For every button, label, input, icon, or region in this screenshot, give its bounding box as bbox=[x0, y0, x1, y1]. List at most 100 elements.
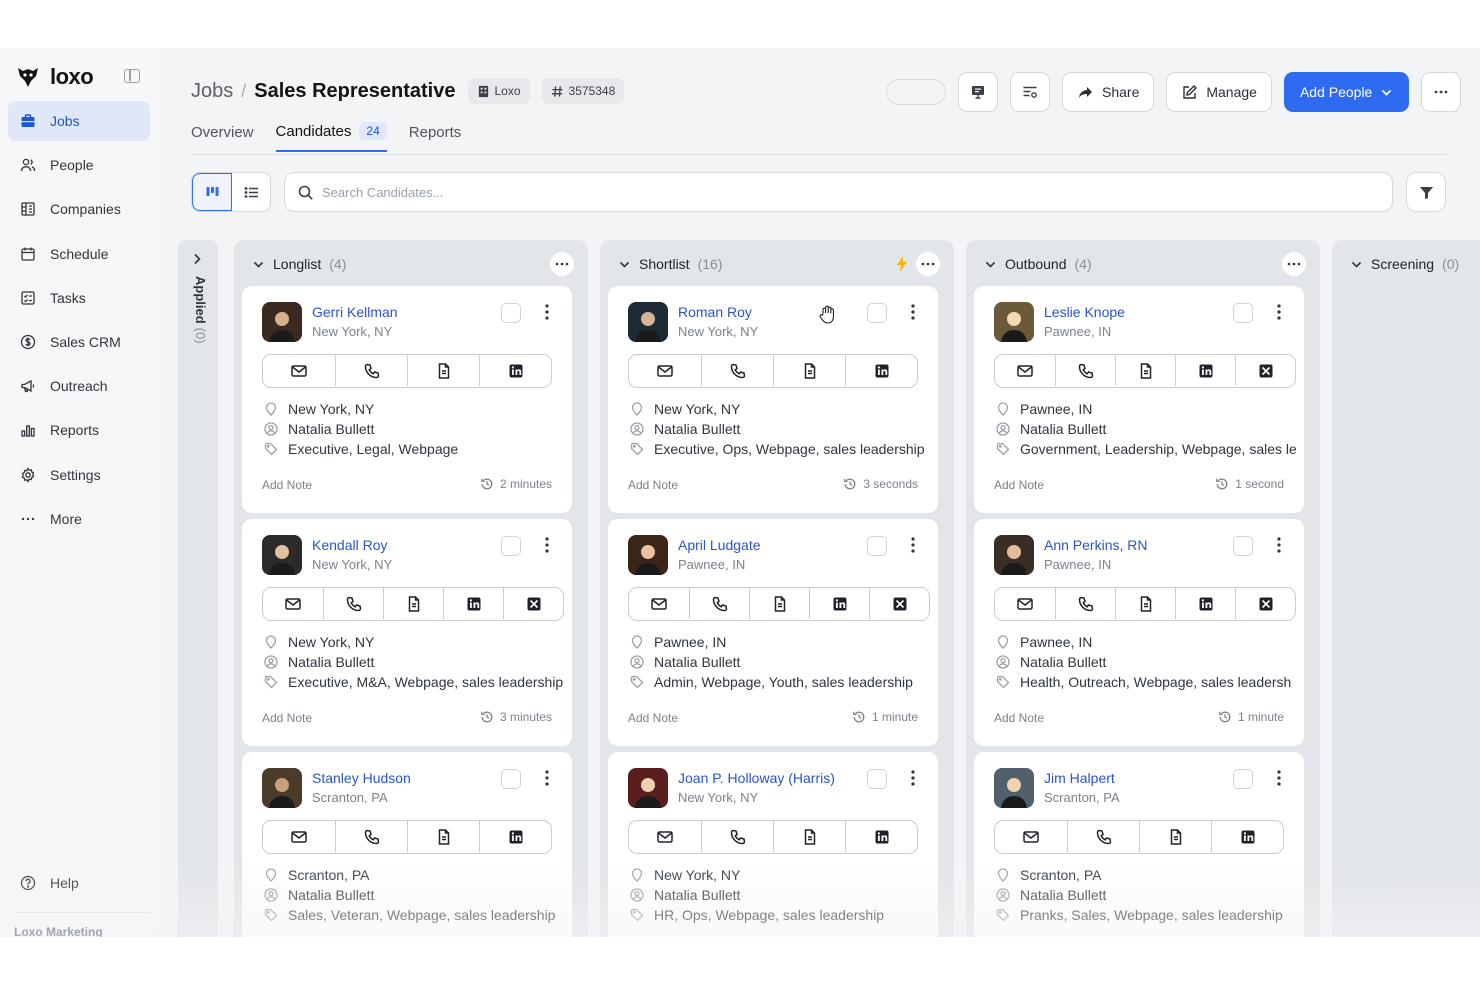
linkedin-button[interactable] bbox=[1175, 588, 1235, 619]
candidate-card[interactable]: Roman Roy New York, NY New York, NY Natalia… bbox=[608, 286, 938, 513]
avatar[interactable] bbox=[628, 535, 668, 575]
kebab-menu-icon[interactable] bbox=[908, 768, 918, 788]
select-checkbox[interactable] bbox=[1233, 769, 1253, 789]
candidate-card[interactable]: Kendall Roy New York, NY New York, NY Natal… bbox=[242, 519, 572, 746]
applied-column-collapsed[interactable]: Applied(0) bbox=[178, 240, 218, 937]
sidebar-item-settings[interactable]: Settings bbox=[8, 455, 150, 495]
linkedin-button[interactable] bbox=[1175, 355, 1235, 386]
sidebar-item-more[interactable]: More bbox=[8, 499, 150, 539]
candidate-card[interactable]: Leslie Knope Pawnee, IN Pawnee, IN Natalia … bbox=[974, 286, 1304, 513]
add-note-link[interactable]: Add Note bbox=[628, 711, 678, 725]
candidate-card[interactable]: Gerri Kellman New York, NY New York, NY Nat… bbox=[242, 286, 572, 513]
linkedin-button[interactable] bbox=[443, 588, 503, 619]
phone-button[interactable] bbox=[323, 588, 383, 619]
more-options-button[interactable] bbox=[1421, 72, 1462, 112]
resume-button[interactable] bbox=[1139, 821, 1211, 852]
sidebar-collapse-icon[interactable] bbox=[124, 69, 140, 83]
search-input[interactable]: Search Candidates... bbox=[284, 172, 1393, 212]
sidebar-item-people[interactable]: People bbox=[8, 145, 150, 185]
candidate-name[interactable]: Roman Roy bbox=[678, 304, 752, 320]
select-checkbox[interactable] bbox=[501, 769, 521, 789]
kebab-menu-icon[interactable] bbox=[542, 302, 552, 322]
filter-button[interactable] bbox=[1406, 172, 1446, 212]
phone-button[interactable] bbox=[1055, 588, 1115, 619]
resume-button[interactable] bbox=[1115, 355, 1175, 386]
candidate-card[interactable]: Ann Perkins, RN Pawnee, IN Pawnee, IN Natal… bbox=[974, 519, 1304, 746]
toggle-switch[interactable] bbox=[886, 79, 946, 105]
select-checkbox[interactable] bbox=[867, 303, 887, 323]
email-button[interactable] bbox=[629, 355, 701, 386]
email-button[interactable] bbox=[995, 821, 1067, 852]
sidebar-item-companies[interactable]: Companies bbox=[8, 189, 150, 229]
column-header[interactable]: Screening (0) bbox=[1350, 254, 1459, 274]
x-twitter-button[interactable] bbox=[1235, 355, 1295, 386]
avatar[interactable] bbox=[994, 302, 1034, 342]
phone-button[interactable] bbox=[701, 821, 773, 852]
select-checkbox[interactable] bbox=[501, 536, 521, 556]
kebab-menu-icon[interactable] bbox=[1274, 535, 1284, 555]
kebab-menu-icon[interactable] bbox=[542, 535, 552, 555]
candidate-card[interactable]: April Ludgate Pawnee, IN Pawnee, IN Natalia… bbox=[608, 519, 938, 746]
sidebar-item-tasks[interactable]: Tasks bbox=[8, 278, 150, 318]
avatar[interactable] bbox=[262, 302, 302, 342]
sidebar-item-schedule[interactable]: Schedule bbox=[8, 234, 150, 274]
linkedin-button[interactable] bbox=[479, 821, 551, 852]
email-button[interactable] bbox=[629, 821, 701, 852]
candidate-name[interactable]: Leslie Knope bbox=[1044, 304, 1125, 320]
email-button[interactable] bbox=[263, 588, 323, 619]
kebab-menu-icon[interactable] bbox=[542, 768, 552, 788]
phone-button[interactable] bbox=[1055, 355, 1115, 386]
resume-button[interactable] bbox=[383, 588, 443, 619]
candidate-name[interactable]: Joan P. Holloway (Harris) bbox=[678, 770, 835, 786]
linkedin-button[interactable] bbox=[845, 355, 917, 386]
lightning-icon[interactable] bbox=[896, 256, 908, 272]
candidate-name[interactable]: Gerri Kellman bbox=[312, 304, 398, 320]
present-button[interactable] bbox=[958, 72, 998, 112]
linkedin-button[interactable] bbox=[479, 355, 551, 386]
resume-button[interactable] bbox=[407, 821, 479, 852]
column-more-button[interactable] bbox=[550, 252, 574, 276]
x-twitter-button[interactable] bbox=[503, 588, 563, 619]
candidate-card[interactable]: Joan P. Holloway (Harris) New York, NY New… bbox=[608, 752, 938, 937]
tab-candidates[interactable]: Candidates 24 bbox=[275, 122, 387, 152]
add-note-link[interactable]: Add Note bbox=[628, 478, 678, 492]
email-button[interactable] bbox=[995, 588, 1055, 619]
phone-button[interactable] bbox=[689, 588, 749, 619]
manage-button[interactable]: Manage bbox=[1166, 72, 1272, 112]
tab-overview[interactable]: Overview bbox=[191, 122, 254, 152]
phone-button[interactable] bbox=[701, 355, 773, 386]
sidebar-item-sales-crm[interactable]: Sales CRM bbox=[8, 322, 150, 362]
avatar[interactable] bbox=[994, 535, 1034, 575]
column-header[interactable]: Shortlist (16) bbox=[618, 254, 722, 274]
sidebar-item-outreach[interactable]: Outreach bbox=[8, 366, 150, 406]
sidebar-item-reports[interactable]: Reports bbox=[8, 410, 150, 450]
resume-button[interactable] bbox=[773, 355, 845, 386]
kebab-menu-icon[interactable] bbox=[908, 535, 918, 555]
list-view-button[interactable] bbox=[232, 173, 270, 211]
phone-button[interactable] bbox=[335, 355, 407, 386]
column-more-button[interactable] bbox=[1282, 252, 1306, 276]
job-id-chip[interactable]: 3575348 bbox=[541, 78, 625, 104]
resume-button[interactable] bbox=[773, 821, 845, 852]
help-link[interactable]: Help bbox=[20, 875, 79, 891]
kebab-menu-icon[interactable] bbox=[1274, 302, 1284, 322]
candidate-card[interactable]: Stanley Hudson Scranton, PA Scranton, PA Na… bbox=[242, 752, 572, 937]
x-twitter-button[interactable] bbox=[1235, 588, 1295, 619]
select-checkbox[interactable] bbox=[867, 536, 887, 556]
add-people-button[interactable]: Add People bbox=[1283, 72, 1410, 112]
avatar[interactable] bbox=[262, 768, 302, 808]
add-note-link[interactable]: Add Note bbox=[262, 478, 312, 492]
linkedin-button[interactable] bbox=[845, 821, 917, 852]
share-button[interactable]: Share bbox=[1062, 72, 1155, 112]
company-chip[interactable]: Loxo bbox=[467, 78, 530, 104]
org-name[interactable]: Loxo Marketing bbox=[14, 925, 103, 937]
email-button[interactable] bbox=[995, 355, 1055, 386]
select-checkbox[interactable] bbox=[867, 769, 887, 789]
candidate-card[interactable]: Jim Halpert Scranton, PA Scranton, PA Natal… bbox=[974, 752, 1304, 937]
candidate-name[interactable]: April Ludgate bbox=[678, 537, 761, 553]
email-button[interactable] bbox=[263, 355, 335, 386]
email-button[interactable] bbox=[263, 821, 335, 852]
avatar[interactable] bbox=[994, 768, 1034, 808]
candidate-name[interactable]: Stanley Hudson bbox=[312, 770, 411, 786]
list-settings-button[interactable] bbox=[1010, 72, 1050, 112]
